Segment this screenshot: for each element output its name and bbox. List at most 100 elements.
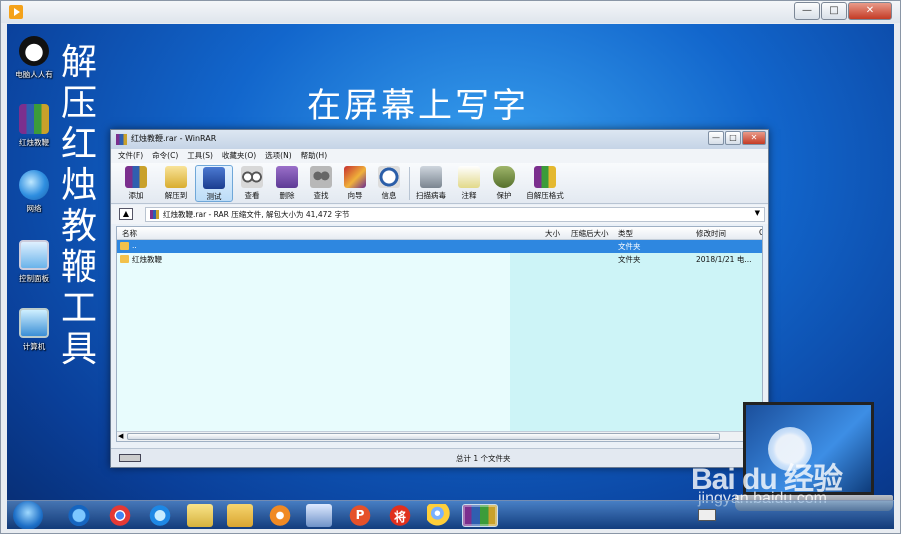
- menu-favorites[interactable]: 收藏夹(O): [222, 149, 256, 163]
- status-bar: 总计 1 个文件夹: [111, 448, 768, 467]
- table-row[interactable]: .. 文件夹: [117, 240, 762, 253]
- winrar-minimize-button[interactable]: —: [708, 131, 724, 145]
- screen-recorder-window: — □ ✕ 电脑人人有 红烛教鞭 网络 控制面板 计算机 解 压 红 烛 教 鞭…: [0, 0, 901, 534]
- menu-file[interactable]: 文件(F): [118, 149, 143, 163]
- desktop-icon-computer[interactable]: 计算机: [8, 308, 60, 352]
- horizontal-scrollbar[interactable]: ◀ ▶: [117, 431, 762, 441]
- vertical-title: 解 压 红 烛 教 鞭 工 具: [57, 42, 101, 370]
- column-modified[interactable]: 修改时间: [696, 228, 726, 239]
- comment-note-icon: [458, 166, 480, 188]
- sfx-archive-icon: [534, 166, 556, 188]
- add-button[interactable]: 添加: [117, 165, 155, 202]
- vertical-title-char: 鞭: [60, 247, 97, 288]
- archive-path-field[interactable]: 红烛教鞭.rar - RAR 压缩文件, 解包大小为 41,472 字节 ▼: [145, 207, 765, 222]
- info-icon: [378, 166, 400, 188]
- menu-command[interactable]: 命令(C): [152, 149, 178, 163]
- menu-options[interactable]: 选项(N): [265, 149, 291, 163]
- up-folder-button[interactable]: ▲: [119, 208, 133, 220]
- winrar-task-icon[interactable]: [462, 504, 498, 527]
- tray-icon[interactable]: [698, 509, 716, 521]
- vertical-title-char: 解: [60, 42, 97, 83]
- windows-desktop: 电脑人人有 红烛教鞭 网络 控制面板 计算机 解 压 红 烛 教 鞭 工 具 在: [7, 24, 894, 529]
- column-packed-size[interactable]: 压缩后大小: [571, 228, 609, 239]
- menu-help[interactable]: 帮助(H): [301, 149, 328, 163]
- vertical-title-char: 具: [60, 329, 97, 370]
- drive-icon: [119, 454, 141, 462]
- ie-icon[interactable]: [66, 504, 92, 527]
- maximize-button[interactable]: □: [821, 2, 847, 20]
- media-player-icon[interactable]: [267, 504, 293, 527]
- network-globe-icon: [19, 170, 49, 200]
- desktop-icon-network[interactable]: 网络: [8, 170, 60, 214]
- winrar-title-bar[interactable]: 红烛教鞭.rar - WinRAR — □ ✕: [111, 130, 768, 149]
- delete-button[interactable]: 删除: [268, 165, 306, 202]
- comment-button[interactable]: 注释: [450, 165, 488, 202]
- view-button[interactable]: 查看: [233, 165, 271, 202]
- toolbar: 添加 解压到 测试 查看 删除 查找 向导 信息 扫描病毒 注释 保护 自解压格…: [111, 163, 768, 204]
- vertical-title-char: 烛: [60, 165, 97, 206]
- control-panel-icon: [19, 240, 49, 270]
- extract-folder-icon: [165, 166, 187, 188]
- column-name[interactable]: 名称: [122, 228, 137, 239]
- file-list: 名称 大小 压缩后大小 类型 修改时间 C .. 文件夹 红烛教鞭: [116, 226, 763, 442]
- winrar-archive-icon: [19, 104, 49, 134]
- archive-path-text: 红烛教鞭.rar - RAR 压缩文件, 解包大小为 41,472 字节: [163, 210, 350, 219]
- scan-virus-button[interactable]: 扫描病毒: [412, 165, 450, 202]
- jiang-app-icon[interactable]: 将: [387, 504, 413, 527]
- protect-button[interactable]: 保护: [485, 165, 523, 202]
- parent-folder-icon: [120, 242, 129, 250]
- paint-icon[interactable]: [427, 504, 453, 527]
- add-archive-icon: [125, 166, 147, 188]
- delete-icon: [276, 166, 298, 188]
- scan-virus-icon: [420, 166, 442, 188]
- player-app-icon: [9, 5, 23, 19]
- recorder-title-bar: — □ ✕: [1, 1, 900, 23]
- close-button[interactable]: ✕: [848, 2, 892, 20]
- test-button[interactable]: 测试: [195, 165, 233, 202]
- column-crc[interactable]: C: [759, 228, 762, 237]
- panda-icon: [19, 36, 49, 66]
- vertical-title-char: 红: [60, 124, 97, 165]
- sorted-column-shade: [510, 240, 762, 438]
- browser-icon[interactable]: [147, 504, 173, 527]
- start-button[interactable]: [13, 501, 43, 529]
- scroll-thumb[interactable]: [127, 433, 720, 440]
- taskbar: P 将: [7, 500, 894, 529]
- dropdown-arrow-icon[interactable]: ▼: [755, 209, 760, 217]
- desktop-icon-label: 电脑人人有: [15, 70, 53, 79]
- desktop-icon-label: 红烛教鞭: [19, 138, 49, 147]
- p-app-icon[interactable]: P: [347, 504, 373, 527]
- wizard-button[interactable]: 向导: [336, 165, 374, 202]
- winrar-app-icon: [116, 134, 127, 145]
- headline-text: 在屏幕上写字: [307, 86, 529, 126]
- column-type[interactable]: 类型: [618, 228, 633, 239]
- info-button[interactable]: 信息: [370, 165, 408, 202]
- menu-tools[interactable]: 工具(S): [187, 149, 213, 163]
- table-row[interactable]: 红烛教鞭 文件夹 2018/1/21 电...: [117, 253, 762, 266]
- desktop-icon-control-panel[interactable]: 控制面板: [8, 240, 60, 284]
- address-bar: ▲ 红烛教鞭.rar - RAR 压缩文件, 解包大小为 41,472 字节 ▼: [111, 205, 768, 224]
- list-header: 名称 大小 压缩后大小 类型 修改时间 C: [117, 227, 762, 240]
- remote-desktop-icon[interactable]: [306, 504, 332, 527]
- chrome-icon[interactable]: [107, 504, 133, 527]
- computer-monitor-icon: [19, 308, 49, 338]
- desktop-icon-label: 计算机: [22, 342, 46, 351]
- status-text: 总计 1 个文件夹: [456, 454, 511, 463]
- desktop-icon-label: 控制面板: [19, 274, 49, 283]
- winrar-window: 红烛教鞭.rar - WinRAR — □ ✕ 文件(F) 命令(C) 工具(S…: [110, 129, 769, 468]
- vertical-title-char: 压: [60, 83, 97, 124]
- sfx-button[interactable]: 自解压格式: [523, 165, 567, 202]
- extract-to-button[interactable]: 解压到: [157, 165, 195, 202]
- notes-icon[interactable]: [187, 504, 213, 527]
- explorer-folder-icon[interactable]: [227, 504, 253, 527]
- scroll-left-icon[interactable]: ◀: [118, 432, 123, 440]
- menu-bar: 文件(F) 命令(C) 工具(S) 收藏夹(O) 选项(N) 帮助(H): [111, 149, 768, 163]
- find-button[interactable]: 查找: [302, 165, 340, 202]
- minimize-button[interactable]: —: [794, 2, 820, 20]
- column-size[interactable]: 大小: [545, 228, 560, 239]
- desktop-icon-panda[interactable]: 电脑人人有: [8, 36, 60, 80]
- winrar-close-button[interactable]: ✕: [742, 131, 766, 145]
- desktop-icon-hongzhu[interactable]: 红烛教鞭: [8, 104, 60, 148]
- find-binoculars-icon: [310, 166, 332, 188]
- winrar-maximize-button[interactable]: □: [725, 131, 741, 145]
